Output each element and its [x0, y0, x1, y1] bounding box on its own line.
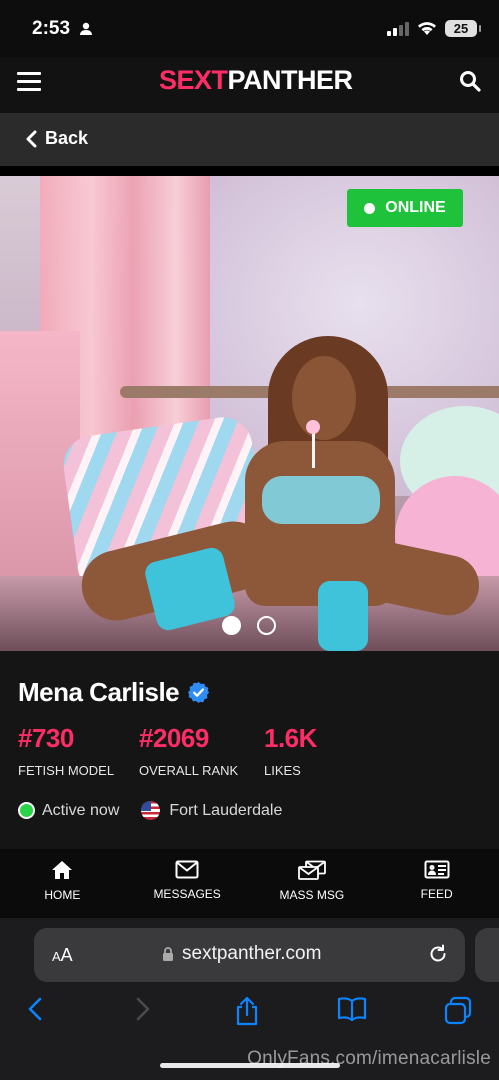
carousel-dot-2[interactable] — [257, 616, 276, 635]
us-flag-icon — [141, 801, 161, 820]
status-time: 2:53 — [32, 18, 71, 39]
hamburger-menu-icon[interactable] — [17, 72, 41, 94]
forward-arrow-icon[interactable] — [134, 996, 152, 1022]
photo-figure-head — [292, 356, 356, 440]
stat-label: FETISH MODEL — [18, 763, 115, 778]
nav-home[interactable]: HOME — [0, 849, 125, 918]
bottom-nav: HOME MESSAGES MASS MSG FEED — [0, 849, 499, 918]
nav-feed[interactable]: FEED — [374, 849, 499, 918]
photo-lollipop-stick — [312, 432, 315, 468]
stat-value: #730 — [18, 723, 74, 753]
online-badge: ONLINE — [347, 189, 463, 227]
photo-lollipop — [306, 420, 320, 434]
carousel-pager — [222, 616, 276, 635]
chevron-left-icon — [26, 130, 37, 147]
feed-icon — [424, 860, 450, 879]
share-icon[interactable] — [234, 996, 260, 1026]
stat-label: LIKES — [264, 763, 301, 778]
verified-badge-icon — [188, 681, 210, 704]
url-text: sextpanther.com — [182, 943, 322, 964]
active-status-text: Active now — [42, 801, 120, 819]
nav-label: MASS MSG — [279, 888, 345, 902]
cellular-signal-icon — [387, 21, 409, 36]
nav-label: HOME — [44, 888, 81, 902]
home-icon — [52, 861, 73, 879]
search-icon[interactable] — [459, 70, 481, 92]
battery-icon: 25 — [445, 20, 481, 37]
person-icon — [80, 22, 92, 35]
stat-fetish-rank: #730 FETISH MODEL — [18, 723, 114, 778]
status-bar: 2:53 25 — [0, 0, 499, 58]
profile-photo-carousel[interactable]: ONLINE — [0, 176, 499, 651]
stat-value: #2069 — [139, 723, 209, 753]
nav-label: MESSAGES — [153, 887, 221, 901]
watermark: OnlyFans.com/imenacarlisle — [247, 1048, 491, 1069]
back-arrow-icon[interactable] — [26, 996, 44, 1022]
lock-icon — [163, 946, 173, 961]
url-display[interactable]: sextpanther.com — [162, 943, 321, 965]
nav-label: FEED — [420, 887, 453, 901]
profile-name: Mena Carlisle — [18, 677, 180, 707]
text-size-button[interactable]: AA — [52, 945, 73, 966]
wifi-icon — [418, 22, 436, 35]
app-header: SEXTPANTHER — [0, 58, 499, 113]
back-bar: Back — [0, 113, 499, 166]
stat-likes: 1.6K LIKES — [264, 723, 317, 778]
reload-icon[interactable] — [427, 943, 449, 965]
profile-name-row: Mena Carlisle — [18, 677, 210, 708]
back-button[interactable]: Back — [25, 128, 88, 149]
online-label: ONLINE — [385, 199, 446, 216]
nav-mass-msg[interactable]: MASS MSG — [250, 849, 375, 918]
browser-toolbar — [0, 996, 499, 1036]
profile-info: Mena Carlisle #730 FETISH MODEL #2069 OV… — [0, 651, 499, 849]
stat-overall-rank: #2069 OVERALL RANK — [139, 723, 238, 778]
tabs-icon[interactable] — [443, 996, 473, 1026]
profile-meta-row: Active now Fort Lauderdale — [18, 801, 282, 820]
envelope-icon — [175, 860, 199, 879]
online-dot-icon — [364, 202, 376, 214]
mass-message-icon — [297, 860, 326, 880]
logo-text-panther: PANTHER — [227, 65, 354, 95]
photo-figure-top — [262, 476, 380, 524]
stat-label: OVERALL RANK — [139, 763, 239, 778]
text-size-label: A — [52, 949, 61, 964]
logo-text-sext: SEXT — [159, 65, 228, 95]
bookmarks-icon[interactable] — [336, 996, 368, 1022]
back-label: Back — [45, 128, 89, 148]
address-bar[interactable]: AA sextpanther.com — [34, 928, 465, 982]
stat-value: 1.6K — [264, 723, 317, 753]
photo-figure-sock — [318, 581, 368, 651]
nav-messages[interactable]: MESSAGES — [125, 849, 250, 918]
carousel-dot-1[interactable] — [222, 616, 241, 635]
active-status-icon — [18, 802, 35, 819]
location-text: Fort Lauderdale — [169, 801, 283, 819]
text-size-large-a: A — [60, 945, 73, 965]
next-tab-preview[interactable] — [475, 928, 499, 982]
logo[interactable]: SEXTPANTHER — [159, 65, 353, 96]
status-indicators: 25 — [387, 20, 481, 37]
